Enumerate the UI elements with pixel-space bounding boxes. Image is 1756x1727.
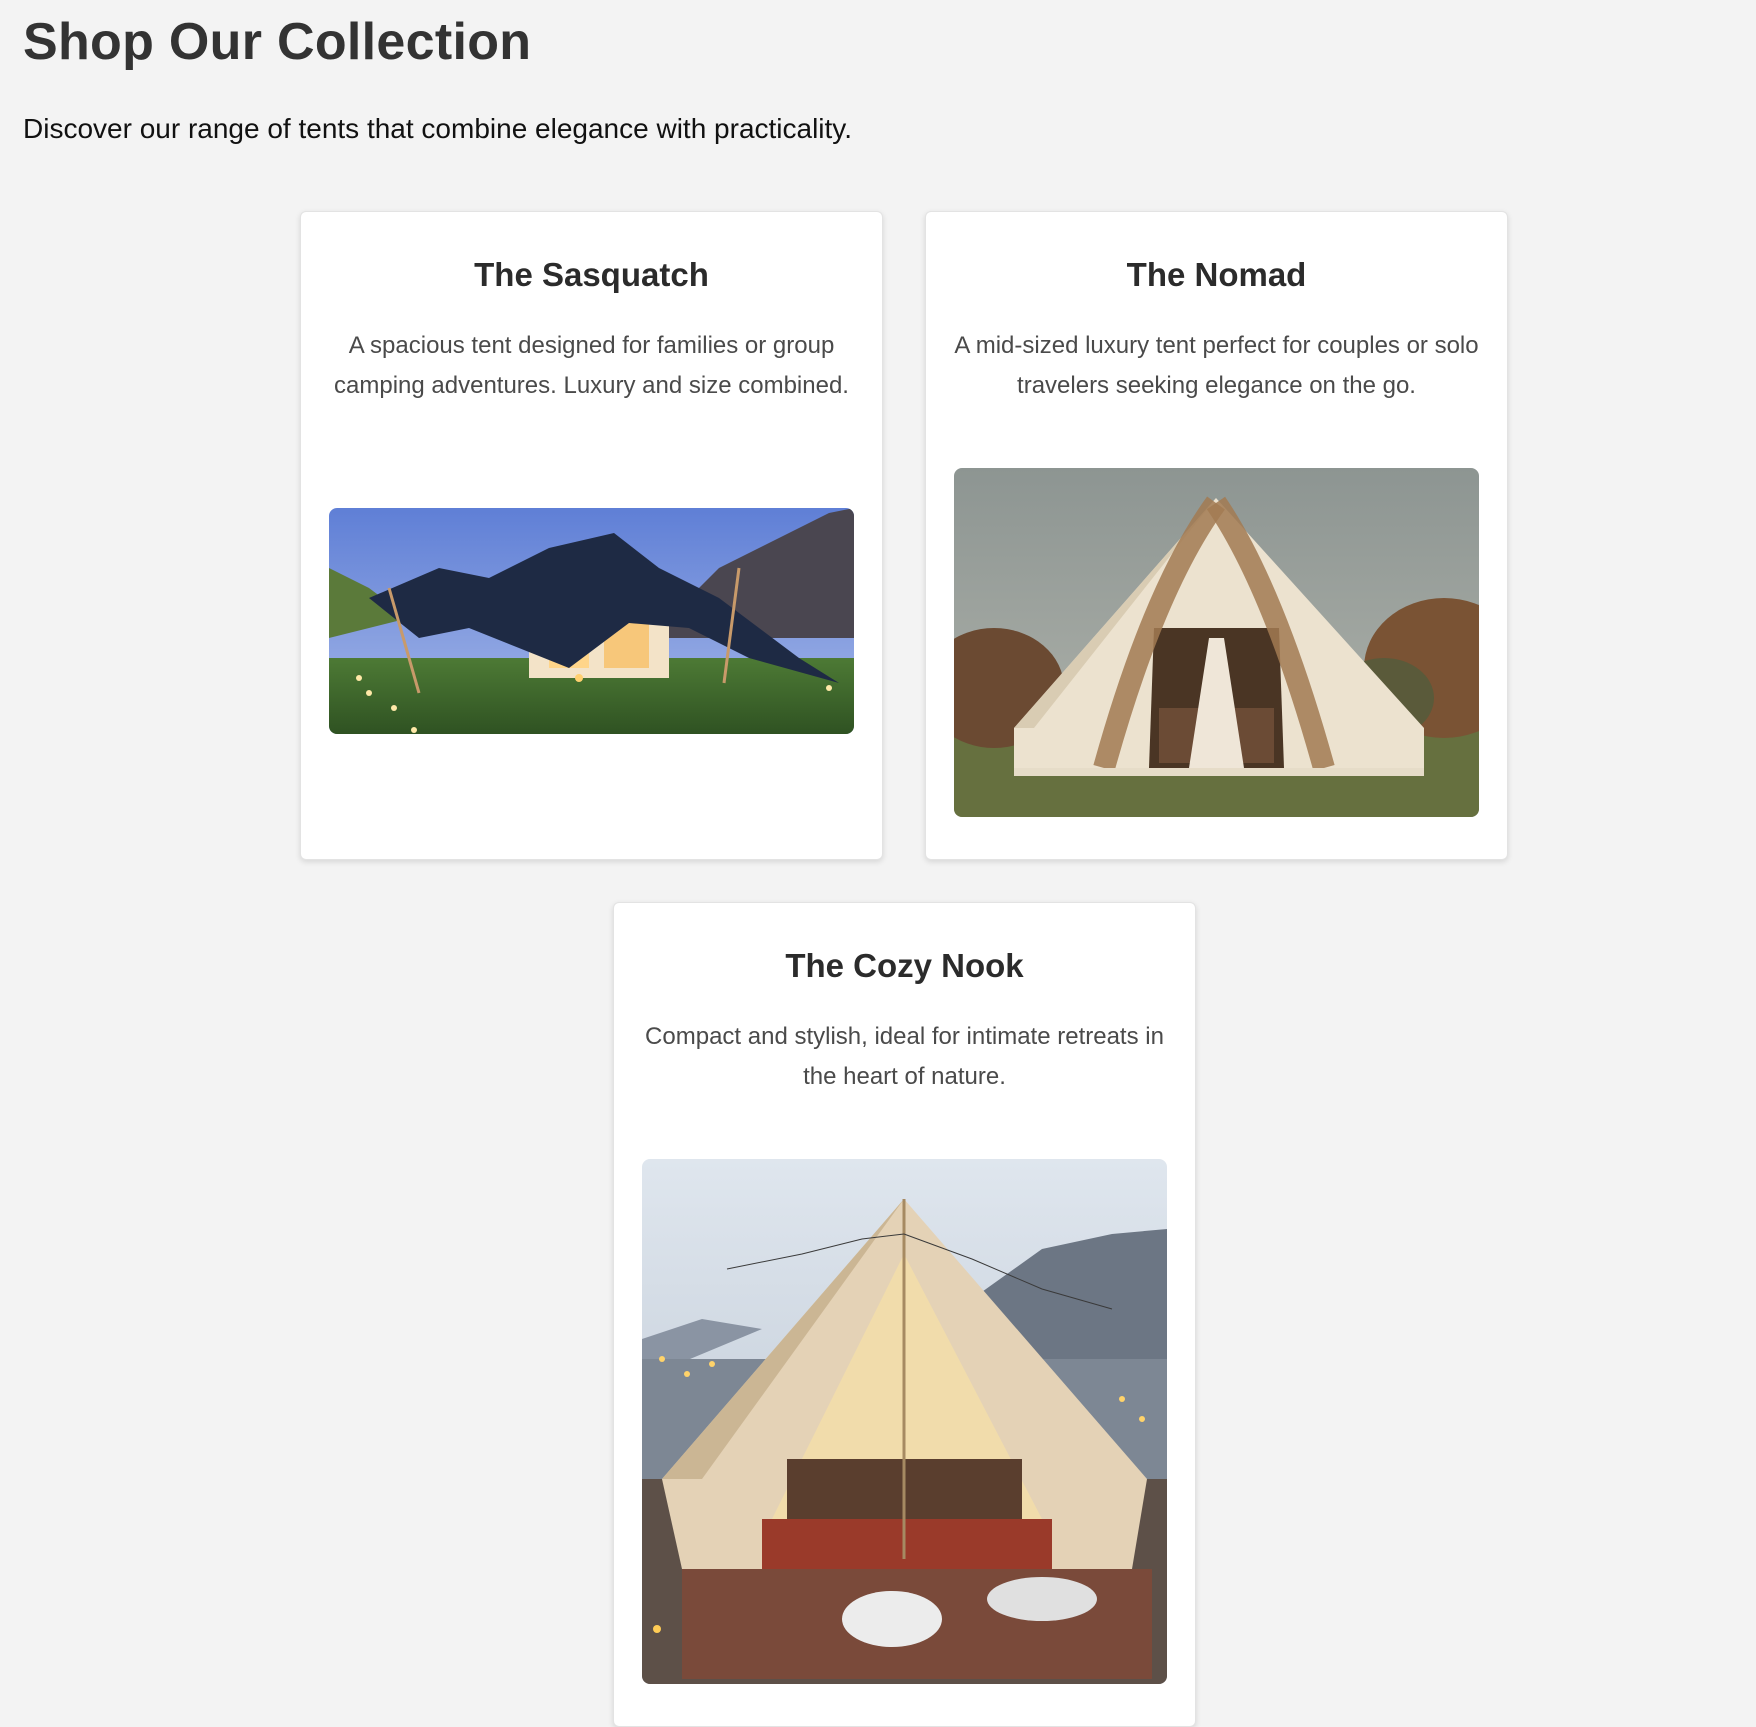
stretch-tent-dusk-photo (329, 508, 854, 734)
bell-tent-pampas-photo (954, 468, 1479, 817)
bell-tent-lakeside-photo (642, 1159, 1167, 1684)
product-title: The Nomad (1126, 256, 1307, 293)
product-card-cozy-nook[interactable]: The Cozy Nook Compact and stylish, ideal… (613, 902, 1196, 1727)
page-subtitle: Discover our range of tents that combine… (23, 113, 853, 144)
product-title: The Sasquatch (474, 256, 709, 293)
product-card-nomad[interactable]: The Nomad A mid-sized luxury tent perfec… (925, 211, 1508, 860)
product-description: A spacious tent designed for families or… (334, 332, 849, 399)
product-title: The Cozy Nook (785, 947, 1024, 984)
product-card-sasquatch[interactable]: The Sasquatch A spacious tent designed f… (300, 211, 883, 860)
page-title: Shop Our Collection (23, 13, 532, 71)
product-image-nomad[interactable] (954, 468, 1479, 817)
product-description: Compact and stylish, ideal for intimate … (645, 1023, 1164, 1090)
product-image-cozy-nook[interactable] (642, 1159, 1167, 1684)
product-description: A mid-sized luxury tent perfect for coup… (954, 332, 1479, 399)
product-image-sasquatch[interactable] (329, 508, 854, 734)
